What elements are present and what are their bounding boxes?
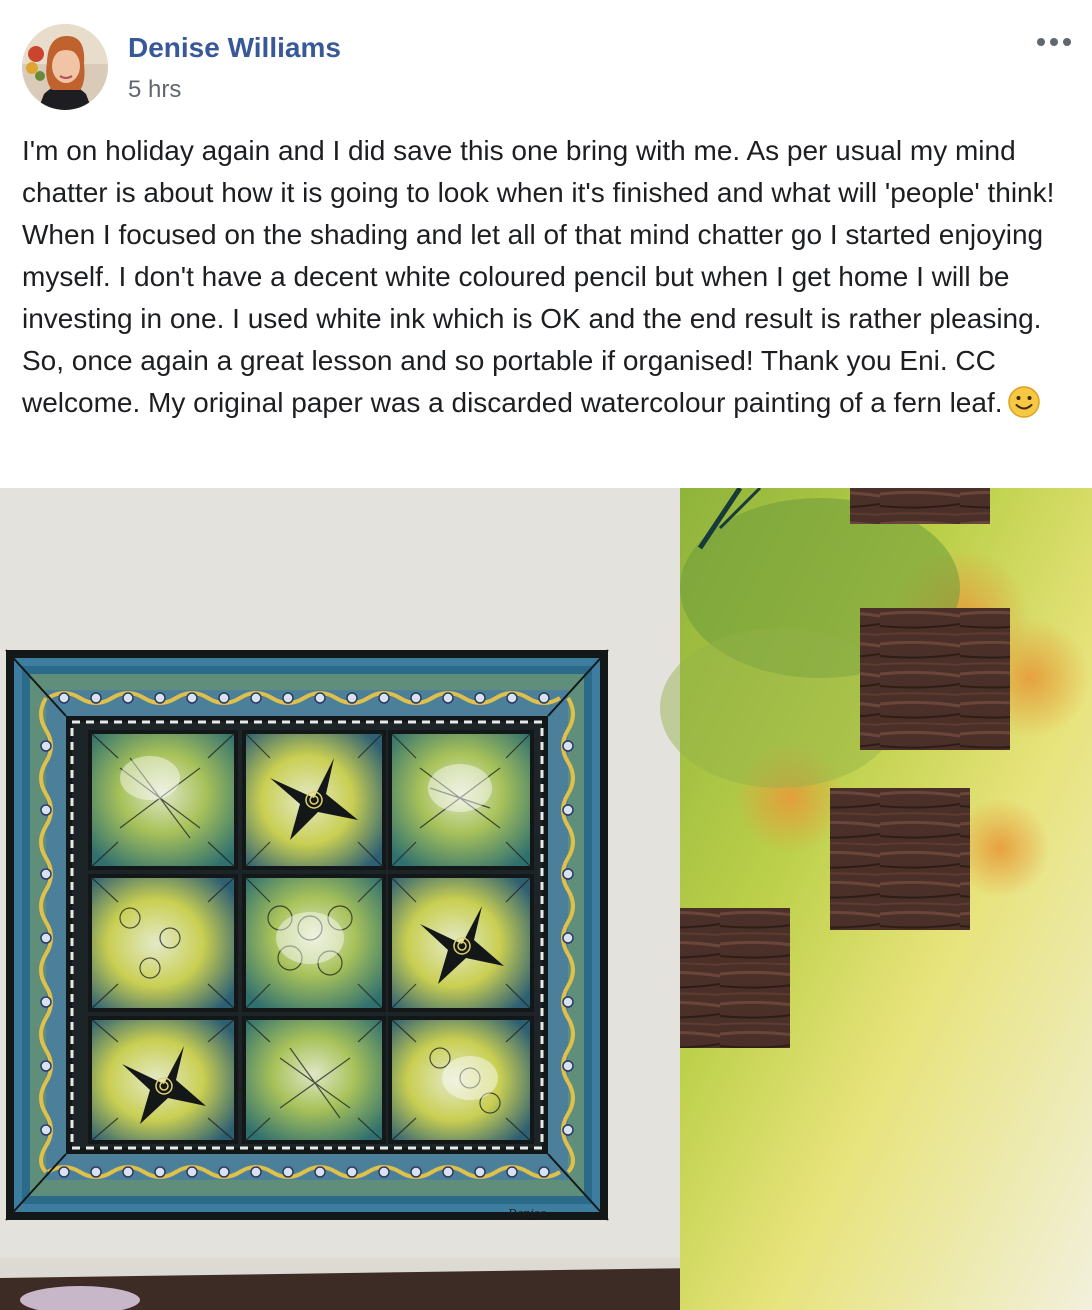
artist-signature: Denise: [507, 1207, 547, 1220]
artwork-photo: Denise: [0, 488, 1092, 1310]
post-photo[interactable]: Denise: [0, 488, 1092, 1310]
author-name-link[interactable]: Denise Williams: [128, 32, 341, 64]
smiley-face-emoji: [1007, 385, 1041, 431]
ellipsis-icon: [1037, 38, 1071, 46]
avatar-image: [22, 24, 108, 110]
post-header: Denise Williams 5 hrs: [0, 0, 1092, 120]
post-timestamp[interactable]: 5 hrs: [128, 76, 181, 104]
post-card: Denise Williams 5 hrs I'm on holiday aga…: [0, 0, 1092, 1310]
post-options-button[interactable]: [1034, 28, 1074, 56]
post-body: I'm on holiday again and I did save this…: [22, 130, 1074, 431]
post-body-text: I'm on holiday again and I did save this…: [22, 135, 1055, 418]
author-avatar[interactable]: [22, 24, 108, 110]
